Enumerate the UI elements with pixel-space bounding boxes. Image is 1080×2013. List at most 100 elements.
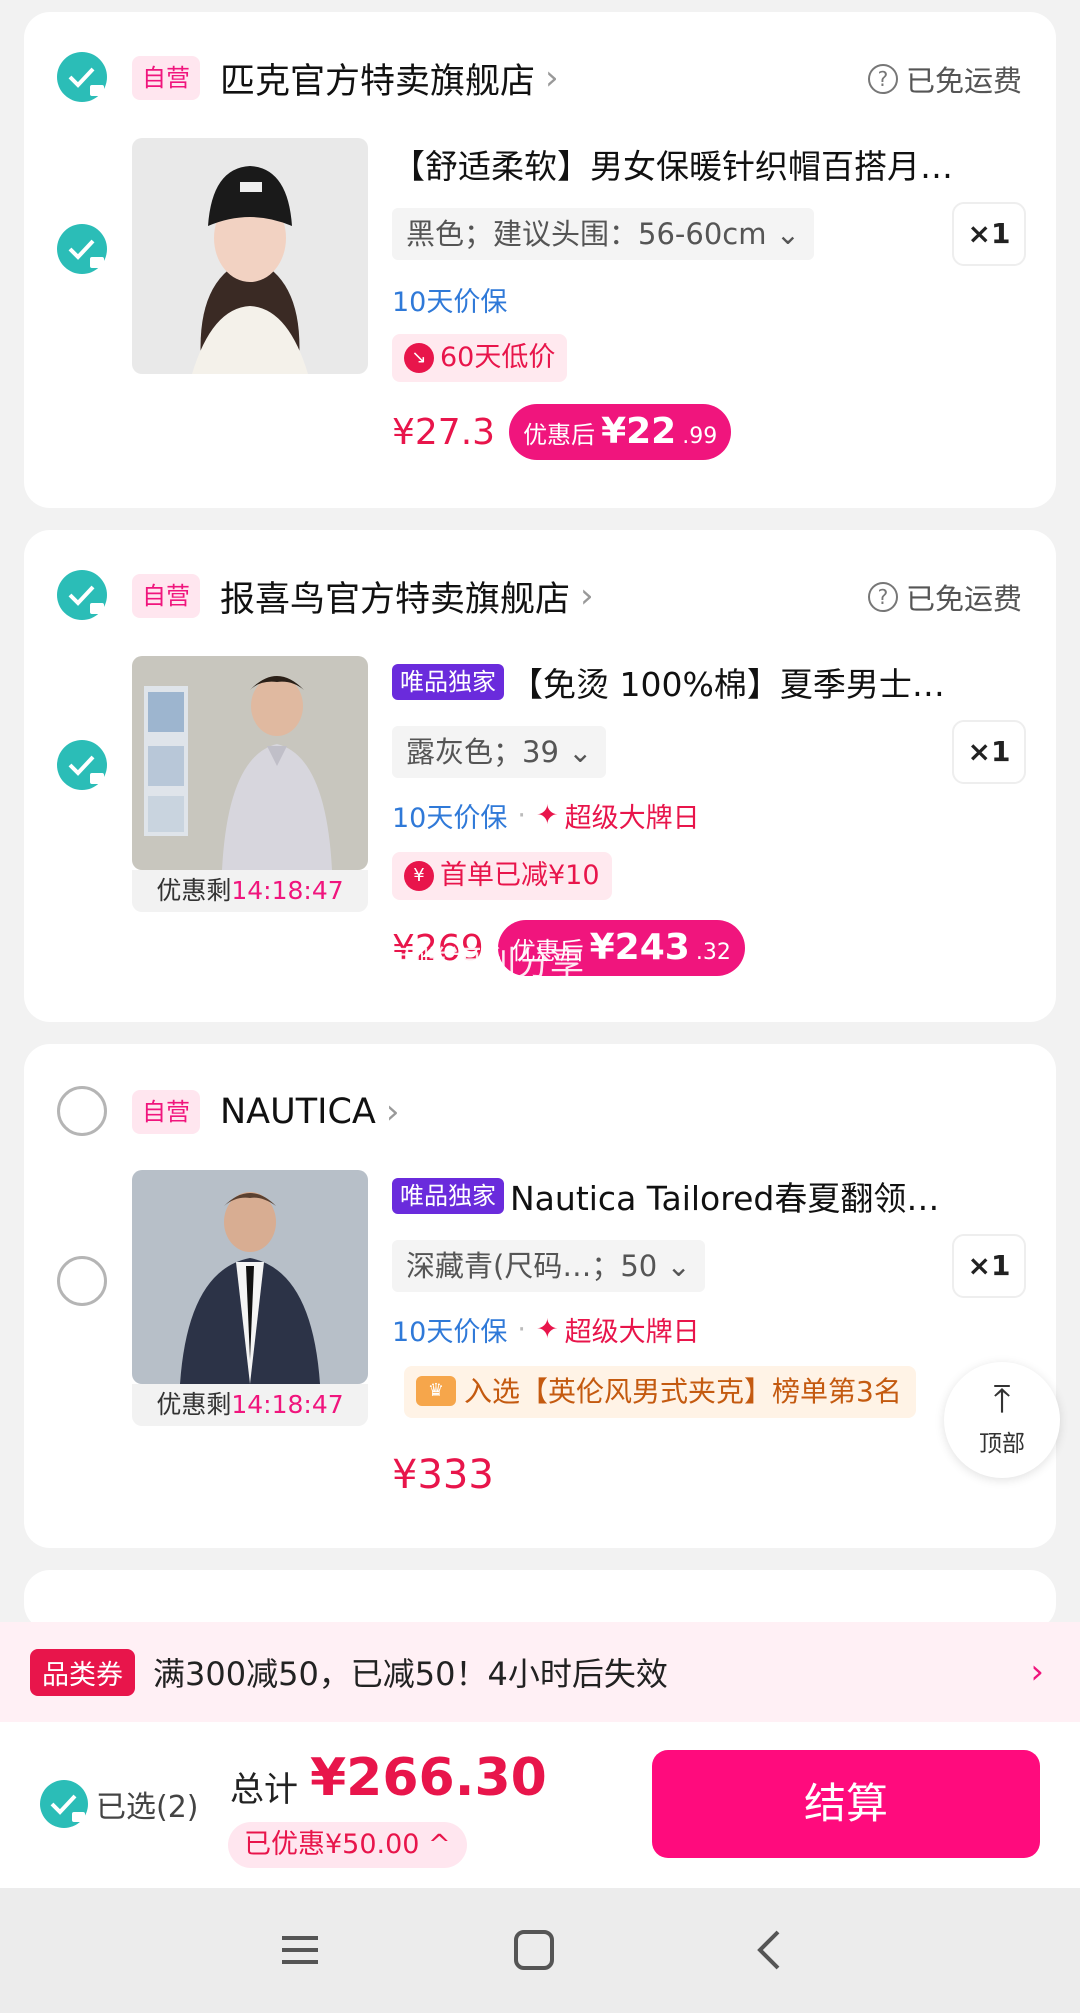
countdown-label: 优惠剩 [156, 1390, 232, 1419]
chevron-right-icon: › [385, 1092, 400, 1132]
store-name-1[interactable]: 匹克官方特卖旗舰店 › [220, 56, 559, 102]
chevron-down-icon: ⌄ [775, 217, 800, 251]
store-checkbox-3[interactable] [57, 1086, 107, 1136]
brand-day-label: 超级大牌日 [564, 803, 700, 834]
after-price: ¥243 [589, 927, 690, 968]
service-label: 10天价保 [392, 803, 508, 834]
menu-icon[interactable] [268, 1918, 332, 1982]
chevron-right-icon: › [1030, 1652, 1044, 1692]
help-icon: ? [867, 582, 898, 612]
chevron-right-icon: › [580, 576, 594, 616]
item-checkbox-1[interactable] [57, 224, 107, 274]
quantity-2[interactable]: ×1 [952, 720, 1026, 784]
star-icon: ✦ [535, 800, 559, 831]
back-to-top-button[interactable]: ⤒ 顶部 [944, 1362, 1060, 1478]
self-operated-tag: 自营 [132, 574, 200, 618]
rank-label: 入选【英伦风男式夹克】榜单第3名 [464, 1375, 902, 1408]
free-shipping-label: 已免运费 [905, 582, 1022, 616]
store-name-label: 报喜鸟官方特卖旗舰店 [220, 579, 571, 620]
countdown-2: 优惠剩14:18:47 [132, 870, 368, 912]
back-icon[interactable] [738, 1918, 802, 1982]
after-price: ¥22 [601, 411, 677, 452]
brand-day: ✦ 超级大牌日 [536, 1310, 700, 1349]
original-price: ¥27.3 [392, 411, 496, 453]
brand-day: ✦ 超级大牌日 [536, 796, 700, 835]
product-image-beanie[interactable] [132, 138, 368, 374]
self-operated-tag: 自营 [132, 1090, 200, 1134]
countdown-3: 优惠剩14:18:47 [132, 1384, 368, 1426]
store-name-2[interactable]: 报喜鸟官方特卖旗舰店 › [220, 574, 594, 620]
item-checkbox-2[interactable] [57, 740, 107, 790]
store-checkbox-2[interactable] [57, 570, 107, 620]
system-nav-bar [0, 1888, 1080, 2013]
price-protect-1: 10天价保 [392, 280, 507, 319]
separator-dot: · [517, 1314, 526, 1345]
self-operated-tag: 自营 [132, 56, 200, 100]
total-price: ¥266.30 [310, 1748, 547, 1808]
product-title-text: Nautica Tailored春夏翻领… [510, 1179, 940, 1218]
free-shipping[interactable]: ? 已免运费 [867, 576, 1022, 618]
free-shipping[interactable]: ? 已免运费 [867, 58, 1022, 100]
first-order-badge: ¥ 首单已减¥10 [392, 852, 612, 900]
free-shipping-label: 已免运费 [905, 64, 1022, 98]
after-dec: .32 [695, 940, 731, 965]
service-row-2: 10天价保 · ✦ 超级大牌日 [392, 796, 700, 835]
chevron-down-icon: ⌄ [568, 735, 593, 769]
price-row-3: ¥333 [392, 1452, 494, 1498]
spec-label: 深藏青(尺码…；50 [406, 1249, 658, 1283]
arrow-up-icon: ⤒ [993, 1377, 1011, 1421]
product-title-2[interactable]: 唯品独家 【免烫 100%棉】夏季男士… [392, 658, 1026, 706]
store-name-3[interactable]: NAUTICA › [220, 1090, 399, 1134]
product-image-jacket[interactable] [132, 1170, 368, 1384]
original-price: ¥333 [392, 1452, 494, 1498]
crown-icon: ♛ [416, 1376, 456, 1406]
coupon-text: 满300减50，已减50！4小时后失效 [153, 1655, 668, 1693]
product-title-3[interactable]: 唯品独家 Nautica Tailored春夏翻领… [392, 1172, 1026, 1220]
spec-selector-3[interactable]: 深藏青(尺码…；50 ⌄ [392, 1240, 705, 1292]
spec-selector-1[interactable]: 黑色；建议头围：56-60cm ⌄ [392, 208, 814, 260]
item-checkbox-3[interactable] [57, 1256, 107, 1306]
discounted-price[interactable]: 优惠后 ¥22.99 [509, 404, 732, 460]
back-to-top-label: 顶部 [979, 1431, 1025, 1457]
discount-detail-toggle[interactable]: 已优惠¥50.00 ^ [228, 1822, 467, 1868]
after-label: 优惠后 [523, 421, 596, 449]
store-card-1: 自营 匹克官方特卖旗舰店 › ? 已免运费 【舒适柔软】男女保暖针织帽百搭月… … [24, 12, 1056, 508]
store-card-4 [24, 1570, 1056, 1630]
ranking-badge[interactable]: ♛ 入选【英伦风男式夹克】榜单第3名 [404, 1366, 916, 1418]
low-price-badge: ↘ 60天低价 [392, 334, 568, 382]
badge-label: 首单已减¥10 [440, 860, 600, 891]
quantity-3[interactable]: ×1 [952, 1234, 1026, 1298]
spec-label: 黑色；建议头围：56-60cm [406, 217, 767, 251]
spec-label: 露灰色；39 [406, 735, 559, 769]
help-icon: ? [867, 64, 898, 94]
store-name-label: 匹克官方特卖旗舰店 [220, 61, 536, 102]
store-checkbox-1[interactable] [57, 52, 107, 102]
after-dec: .99 [682, 424, 718, 449]
product-image-shirt[interactable] [132, 656, 368, 870]
checkout-button[interactable]: 结算 [652, 1750, 1040, 1858]
separator-dot: · [517, 800, 526, 831]
chevron-down-icon: ⌄ [666, 1249, 691, 1283]
checkout-bar: 已选(2) 总计 ¥266.30 已优惠¥50.00 ^ 结算 [0, 1722, 1080, 1888]
brand-day-label: 超级大牌日 [564, 1317, 700, 1348]
service-label: 10天价保 [392, 287, 508, 318]
product-title-text: 【舒适柔软】男女保暖针织帽百搭月… [392, 147, 953, 186]
badge-label: 60天低价 [440, 342, 556, 373]
coupon-icon: ¥ [404, 861, 434, 891]
coupon-tag: 品类券 [30, 1648, 135, 1696]
price-row-1: ¥27.3 优惠后 ¥22.99 [392, 404, 732, 460]
trend-down-icon: ↘ [404, 343, 434, 373]
quantity-1[interactable]: ×1 [952, 202, 1026, 266]
select-all-checkbox[interactable] [40, 1780, 88, 1828]
total-label: 总计 [230, 1770, 298, 1810]
vip-exclusive-tag: 唯品独家 [392, 664, 504, 700]
service-label: 10天价保 [392, 1317, 508, 1348]
watermark: 易赚福利分享 [380, 944, 584, 984]
store-name-label: NAUTICA [220, 1092, 376, 1132]
product-title-1[interactable]: 【舒适柔软】男女保暖针织帽百搭月… [392, 140, 1026, 188]
home-icon[interactable] [502, 1918, 566, 1982]
spec-selector-2[interactable]: 露灰色；39 ⌄ [392, 726, 607, 778]
product-title-text: 【免烫 100%棉】夏季男士… [510, 665, 945, 704]
coupon-bar[interactable]: 品类券 满300减50，已减50！4小时后失效 › [0, 1622, 1080, 1722]
chevron-right-icon: › [545, 58, 559, 98]
